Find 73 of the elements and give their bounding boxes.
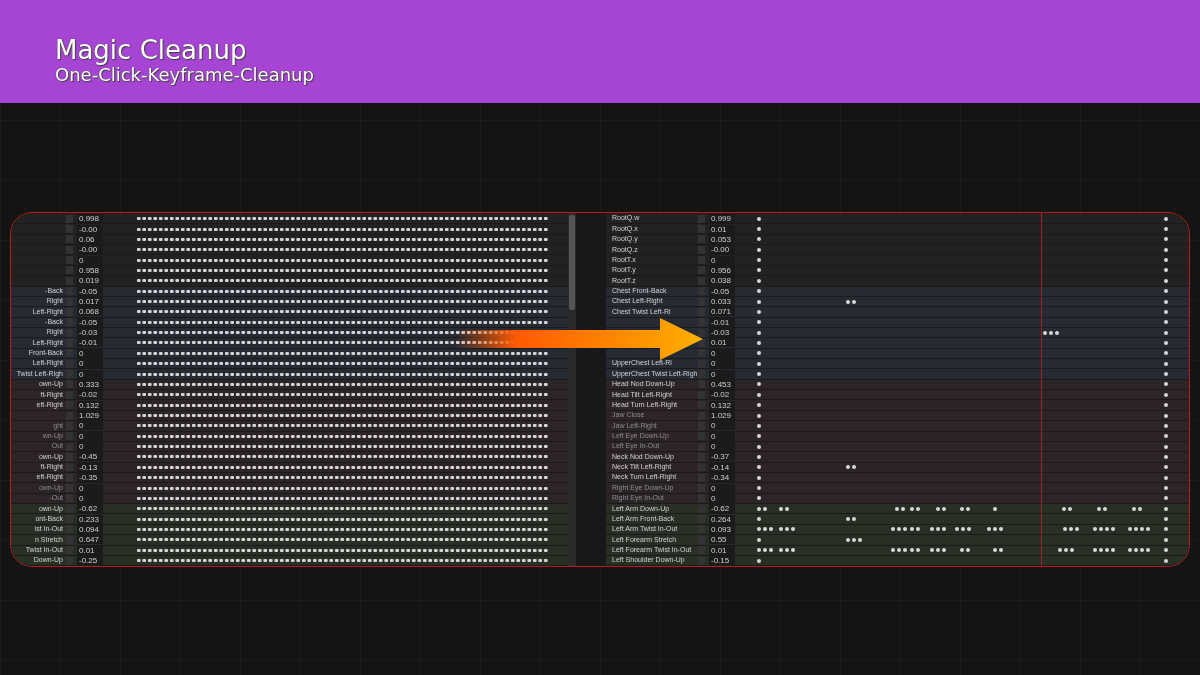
value-field[interactable]: 0.068 xyxy=(77,307,103,317)
value-field[interactable]: 0 xyxy=(709,493,735,503)
arrow-icon xyxy=(455,318,705,360)
value-field[interactable]: 0.01 xyxy=(77,545,103,555)
value-field[interactable]: -0.03 xyxy=(709,328,735,338)
value-field[interactable]: -0.03 xyxy=(77,328,103,338)
value-field[interactable]: -0.00 xyxy=(709,245,735,255)
value-field[interactable]: 0.132 xyxy=(77,400,103,410)
value-field[interactable]: 0.038 xyxy=(709,276,735,286)
value-field[interactable]: -0.02 xyxy=(709,390,735,400)
value-field[interactable]: 0 xyxy=(709,359,735,369)
value-field[interactable]: 0.55 xyxy=(709,535,735,545)
value-field[interactable]: 0 xyxy=(709,483,735,493)
value-field[interactable]: 0.071 xyxy=(709,307,735,317)
value-field[interactable]: 0 xyxy=(77,369,103,379)
value-field[interactable]: 0.053 xyxy=(709,234,735,244)
value-field[interactable]: 0.264 xyxy=(709,514,735,524)
value-field[interactable]: 0 xyxy=(77,493,103,503)
value-field[interactable]: 0.333 xyxy=(77,379,103,389)
value-field[interactable]: -0.62 xyxy=(77,504,103,514)
value-field[interactable]: 0.094 xyxy=(77,524,103,534)
value-field[interactable]: 0 xyxy=(709,442,735,452)
value-field[interactable]: 0 xyxy=(709,348,735,358)
value-field[interactable]: 0.019 xyxy=(77,276,103,286)
value-field[interactable]: 0.01 xyxy=(709,224,735,234)
value-field[interactable]: -0.05 xyxy=(77,317,103,327)
value-field[interactable]: 0.033 xyxy=(709,297,735,307)
value-field[interactable]: 0 xyxy=(77,359,103,369)
value-field[interactable]: -0.01 xyxy=(77,338,103,348)
value-field[interactable]: 0.01 xyxy=(709,545,735,555)
value-field[interactable]: 0 xyxy=(709,255,735,265)
value-field[interactable]: 0 xyxy=(77,483,103,493)
value-field[interactable]: 1.029 xyxy=(709,411,735,420)
value-field[interactable]: 1.029 xyxy=(77,411,103,420)
value-field[interactable]: -0.05 xyxy=(77,286,103,296)
value-field[interactable]: 0.999 xyxy=(709,214,735,224)
value-field[interactable]: -0.25 xyxy=(77,556,103,566)
value-field[interactable]: -0.34 xyxy=(709,473,735,483)
value-field[interactable]: 0 xyxy=(77,431,103,441)
value-field[interactable]: 0 xyxy=(709,421,735,431)
value-field[interactable]: 0.453 xyxy=(709,379,735,389)
value-field[interactable]: 0.956 xyxy=(709,265,735,275)
value-field[interactable]: -0.13 xyxy=(77,462,103,472)
banner-title: Magic Cleanup xyxy=(55,36,248,65)
value-field[interactable]: -0.14 xyxy=(709,462,735,472)
value-field[interactable]: -0.35 xyxy=(77,473,103,483)
value-field[interactable]: -0.01 xyxy=(709,317,735,327)
value-field[interactable]: 0.998 xyxy=(77,214,103,224)
scrollbar-thumb[interactable] xyxy=(569,215,575,310)
value-field[interactable]: 0.06 xyxy=(77,234,103,244)
banner-subtitle: One-Click-Keyframe-Cleanup xyxy=(55,65,315,85)
value-field[interactable]: -0.15 xyxy=(709,556,735,566)
value-field[interactable]: -0.62 xyxy=(709,504,735,514)
value-field[interactable]: 0 xyxy=(77,442,103,452)
value-field[interactable]: 0.093 xyxy=(709,524,735,534)
scrollbar[interactable] xyxy=(568,213,576,566)
value-field[interactable]: 0.017 xyxy=(77,297,103,307)
value-field[interactable]: -0.37 xyxy=(709,452,735,462)
value-field[interactable]: 0.958 xyxy=(77,265,103,275)
value-field[interactable]: 0.647 xyxy=(77,535,103,545)
value-field[interactable]: 0 xyxy=(77,348,103,358)
value-field[interactable]: -0.00 xyxy=(77,224,103,234)
value-field[interactable]: 0 xyxy=(709,431,735,441)
value-field[interactable]: 0 xyxy=(77,255,103,265)
value-field[interactable]: 0.132 xyxy=(709,400,735,410)
value-field[interactable]: 0.233 xyxy=(77,514,103,524)
value-field[interactable]: -0.00 xyxy=(77,245,103,255)
value-field[interactable]: 0 xyxy=(709,369,735,379)
value-field[interactable]: 0.01 xyxy=(709,338,735,348)
value-field[interactable]: -0.05 xyxy=(709,286,735,296)
value-field[interactable]: 0 xyxy=(77,421,103,431)
value-field[interactable]: -0.02 xyxy=(77,390,103,400)
value-field[interactable]: -0.45 xyxy=(77,452,103,462)
